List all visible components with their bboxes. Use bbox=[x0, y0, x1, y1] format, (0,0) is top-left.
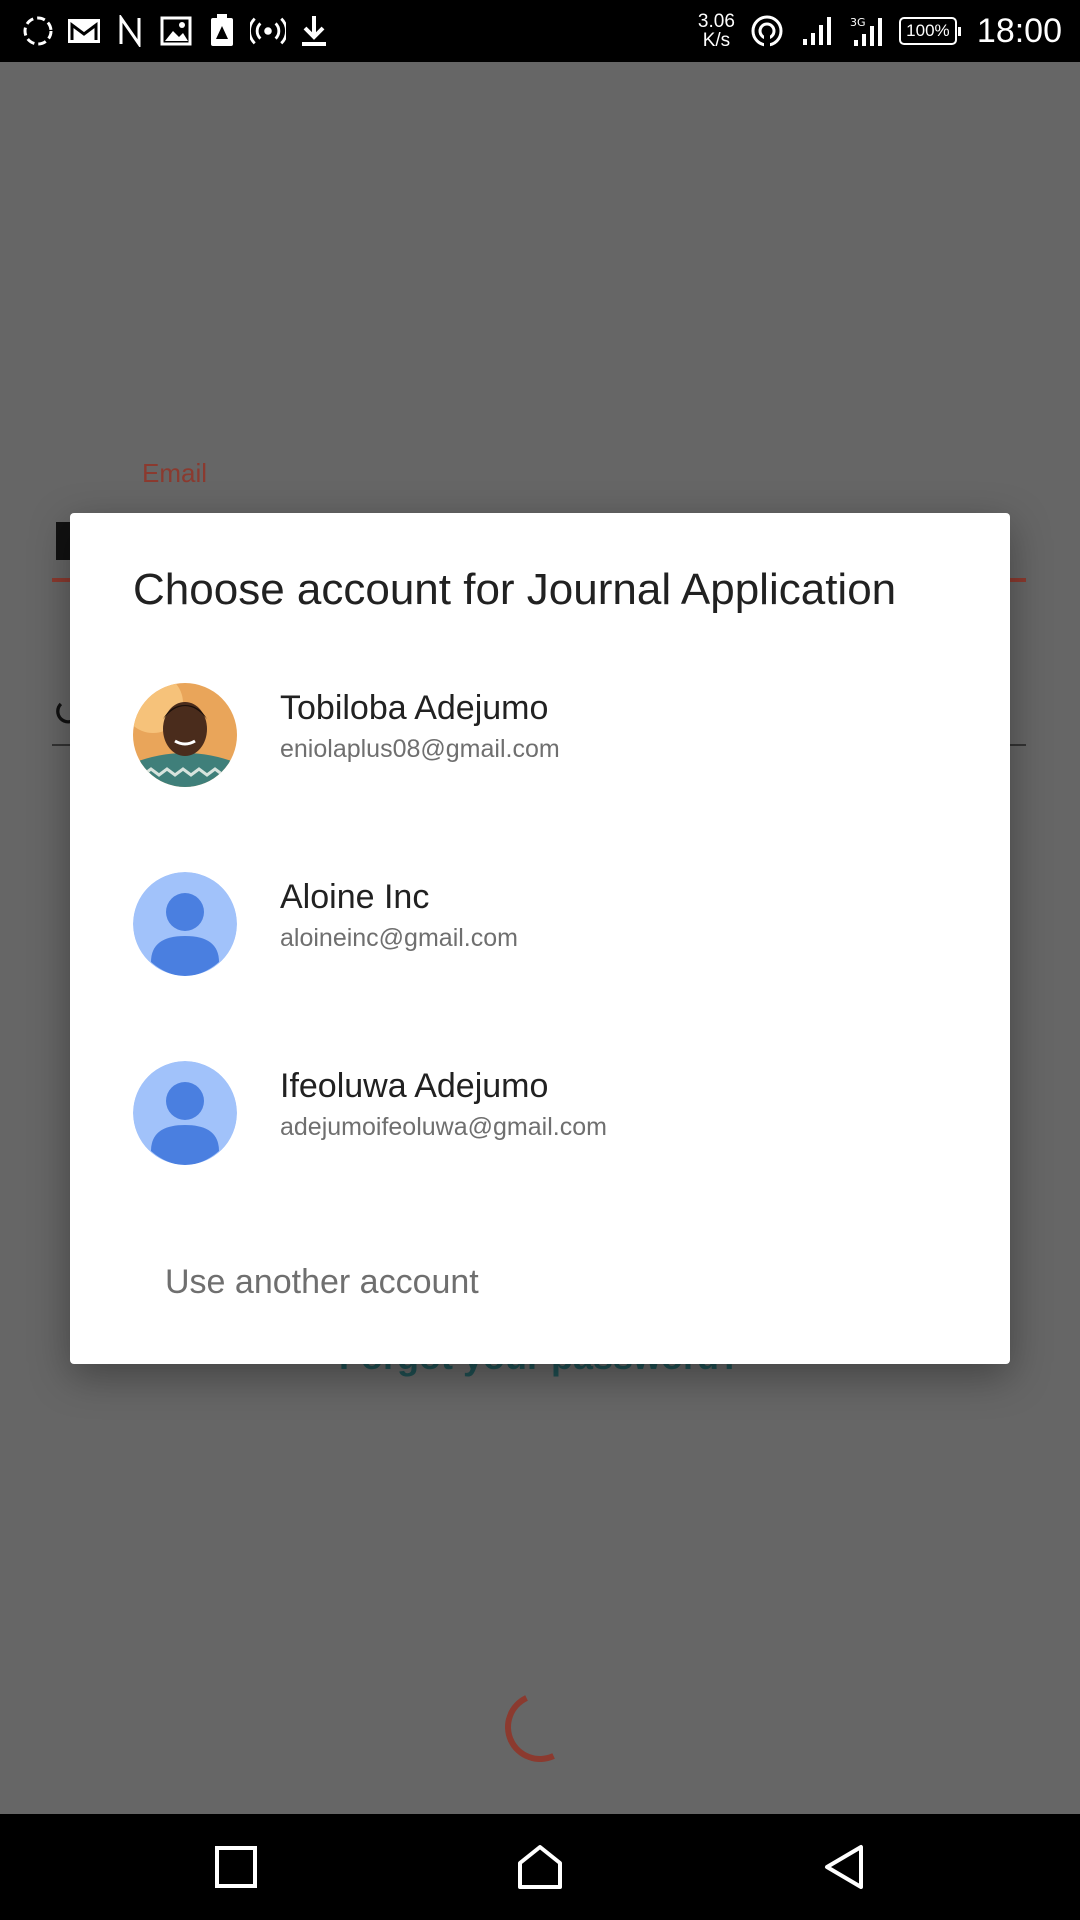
hotspot-icon bbox=[250, 13, 286, 49]
sync-icon bbox=[20, 13, 56, 49]
svg-text:3G: 3G bbox=[850, 16, 866, 29]
account-item[interactable]: Tobiloba Adejumo eniolaplus08@gmail.com bbox=[70, 683, 1010, 833]
recents-square-icon[interactable] bbox=[203, 1834, 269, 1900]
gmail-icon bbox=[66, 13, 102, 49]
default-avatar-icon bbox=[133, 872, 237, 976]
account-name: Aloine Inc bbox=[280, 878, 430, 916]
status-bar: 3.06 K/s 3G 100% 18:00 bbox=[0, 0, 1080, 62]
account-name: Tobiloba Adejumo bbox=[280, 689, 549, 727]
account-email: aloineinc@gmail.com bbox=[280, 924, 518, 952]
account-name: Ifeoluwa Adejumo bbox=[280, 1067, 549, 1105]
dialog-title: Choose account for Journal Application bbox=[133, 565, 897, 614]
wifi-icon bbox=[749, 13, 785, 49]
system-indicators: 3.06 K/s 3G 100% 18:00 bbox=[698, 0, 1062, 62]
notification-icons bbox=[20, 10, 332, 52]
clock: 18:00 bbox=[976, 11, 1062, 50]
email-field-label: Email bbox=[142, 458, 208, 488]
account-email: adejumoifeoluwa@gmail.com bbox=[280, 1113, 607, 1141]
use-another-account-button[interactable]: Use another account bbox=[165, 1263, 479, 1302]
signal-3g-icon: 3G bbox=[849, 13, 885, 49]
battery-indicator: 100% bbox=[898, 17, 961, 45]
loading-spinner bbox=[495, 1682, 585, 1772]
warning-icon bbox=[204, 13, 240, 49]
account-item[interactable]: Aloine Inc aloineinc@gmail.com bbox=[70, 872, 1010, 1022]
account-item[interactable]: Ifeoluwa Adejumo adejumoifeoluwa@gmail.c… bbox=[70, 1061, 1010, 1211]
battery-level: 100% bbox=[906, 21, 950, 40]
network-speed-unit: K/s bbox=[702, 30, 731, 51]
home-icon[interactable] bbox=[507, 1834, 573, 1900]
account-email: eniolaplus08@gmail.com bbox=[280, 735, 560, 763]
profile-photo-avatar bbox=[133, 683, 237, 787]
download-icon bbox=[296, 13, 332, 49]
n-app-icon bbox=[112, 13, 148, 49]
signal-icon bbox=[799, 13, 835, 49]
navigation-bar bbox=[0, 1814, 1080, 1920]
network-speed-value: 3.06 bbox=[697, 11, 735, 32]
default-avatar-icon bbox=[133, 1061, 237, 1165]
network-speed: 3.06 K/s bbox=[698, 12, 735, 50]
back-triangle-icon[interactable] bbox=[811, 1834, 877, 1900]
account-chooser-dialog: Choose account for Journal Application T… bbox=[70, 513, 1010, 1364]
gallery-icon bbox=[158, 13, 194, 49]
